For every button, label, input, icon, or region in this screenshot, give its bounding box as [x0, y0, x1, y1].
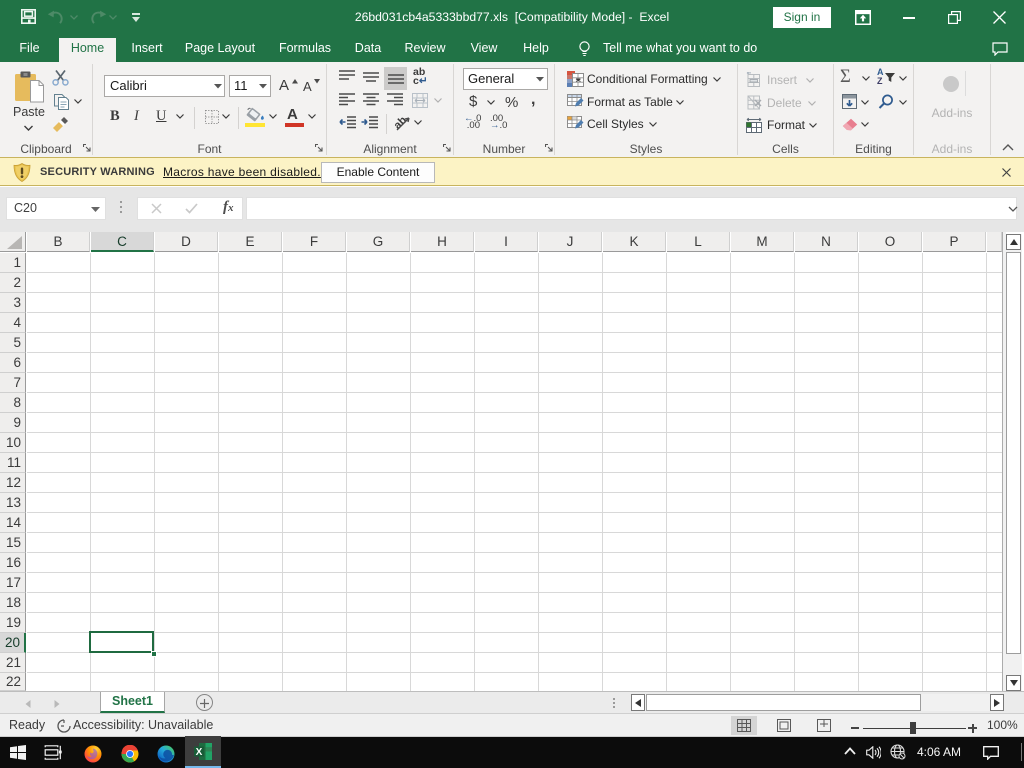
svg-text:X: X [196, 747, 203, 758]
